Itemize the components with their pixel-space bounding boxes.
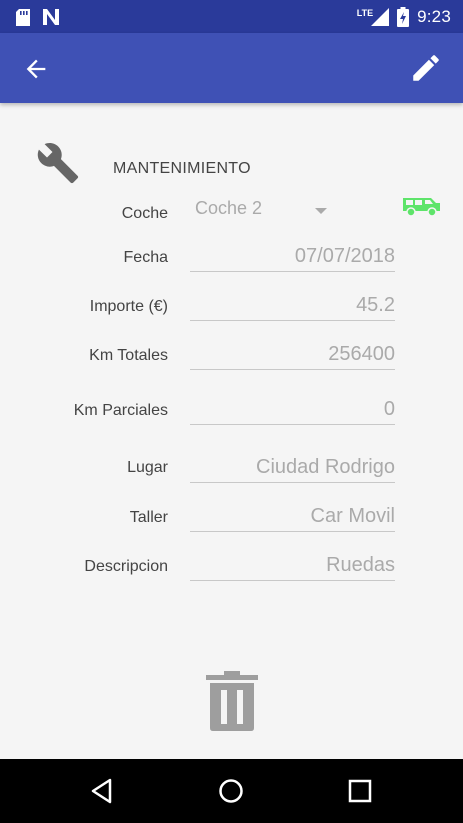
- descripcion-label: Descripcion: [84, 558, 168, 575]
- nav-recents-icon[interactable]: [346, 777, 374, 805]
- maintenance-detail: MANTENIMIENTO Coche Coche 2 Fecha 07/07/…: [0, 103, 463, 759]
- battery-icon: [397, 7, 410, 27]
- importe-label: Importe (€): [89, 298, 168, 315]
- pencil-icon[interactable]: [409, 51, 443, 85]
- nav-back-icon[interactable]: [88, 777, 116, 805]
- system-navigation-bar: [0, 759, 463, 823]
- taller-field[interactable]: Car Movil: [190, 501, 395, 532]
- km-parciales-field[interactable]: 0: [190, 394, 395, 425]
- lugar-field[interactable]: Ciudad Rodrigo: [190, 452, 395, 483]
- signal-icon: [371, 8, 390, 26]
- importe-field[interactable]: 45.2: [190, 290, 395, 321]
- taller-label: Taller: [129, 509, 168, 526]
- arrow-back-icon[interactable]: [22, 55, 50, 83]
- coche-selected-value: Coche 2: [195, 198, 263, 218]
- status-bar: LTE 9:23: [0, 0, 463, 33]
- n-notification-icon: [43, 9, 59, 25]
- section-title: MANTENIMIENTO: [113, 160, 251, 177]
- descripcion-field[interactable]: Ruedas: [190, 550, 395, 581]
- clock: 9:23: [417, 7, 451, 26]
- fecha-label: Fecha: [123, 249, 168, 266]
- app-toolbar: [0, 33, 463, 103]
- lugar-label: Lugar: [127, 459, 168, 476]
- coche-select[interactable]: Coche 2: [195, 198, 335, 224]
- coche-label: Coche: [121, 205, 168, 222]
- wrench-icon: [37, 143, 79, 184]
- car-icon: [403, 198, 440, 217]
- sd-card-icon: [16, 8, 30, 26]
- km-parciales-value: 0: [383, 398, 395, 420]
- trash-icon[interactable]: [206, 671, 258, 731]
- dropdown-caret-icon: [315, 208, 327, 214]
- nav-home-icon[interactable]: [217, 777, 245, 805]
- lugar-value: Ciudad Rodrigo: [256, 456, 395, 478]
- km-totales-field[interactable]: 256400: [190, 339, 395, 370]
- fecha-value: 07/07/2018: [294, 245, 395, 267]
- taller-value: Car Movil: [310, 505, 395, 527]
- descripcion-value: Ruedas: [326, 554, 395, 576]
- km-totales-value: 256400: [328, 343, 395, 365]
- km-parciales-label: Km Parciales: [73, 402, 168, 419]
- km-totales-label: Km Totales: [89, 347, 168, 364]
- importe-value: 45.2: [356, 294, 395, 316]
- fecha-field[interactable]: 07/07/2018: [190, 241, 395, 272]
